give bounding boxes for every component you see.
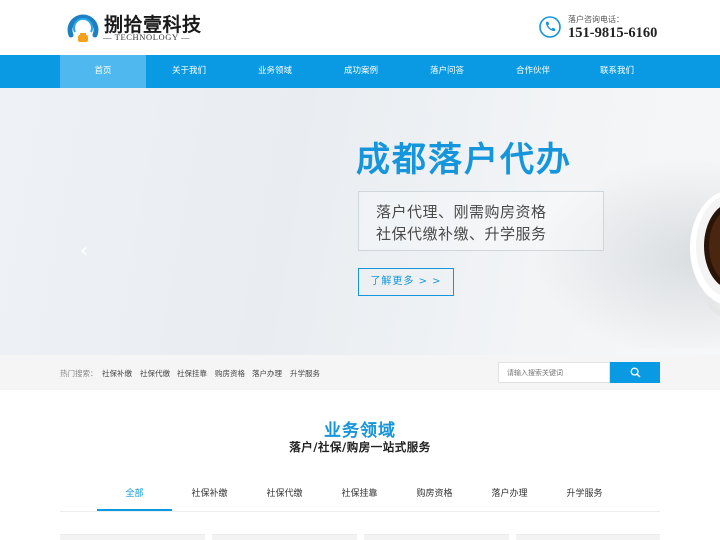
search-input[interactable]: [498, 362, 610, 383]
tab-social-backpay[interactable]: 社保补缴: [172, 478, 247, 511]
service-card[interactable]: [364, 534, 509, 540]
phone-number[interactable]: 151-9815-6160: [568, 25, 657, 42]
hot-search-item[interactable]: 购房资格: [215, 368, 245, 379]
banner-line-1: 落户代理、刚需购房资格: [376, 203, 547, 221]
learn-more-button[interactable]: 了解更多 > >: [358, 268, 454, 296]
tab-all[interactable]: 全部: [97, 478, 172, 511]
nav-item-business[interactable]: 业务领域: [232, 55, 318, 88]
hero-banner: ‹ 成都落户代办 落户代理、刚需购房资格 社保代缴补缴、升学服务 了解更多 > …: [0, 88, 720, 355]
banner-line-2: 社保代缴补缴、升学服务: [376, 225, 547, 243]
hot-search-item[interactable]: 升学服务: [290, 368, 320, 379]
service-card[interactable]: [60, 534, 205, 540]
tab-social-agent[interactable]: 社保代缴: [247, 478, 322, 511]
logo-subtitle: — TECHNOLOGY —: [103, 32, 191, 42]
main-nav: 首页 关于我们 业务领域 成功案例 落户问答 合作伙伴 联系我们: [0, 55, 720, 88]
hot-search-item[interactable]: 社保补缴: [102, 368, 132, 379]
search-button[interactable]: [610, 362, 660, 383]
nav-item-contact[interactable]: 联系我们: [574, 55, 660, 88]
hot-search-item[interactable]: 落户办理: [252, 368, 282, 379]
logo-mark-icon: [67, 14, 99, 42]
banner-text-box: 落户代理、刚需购房资格 社保代缴补缴、升学服务: [358, 191, 604, 251]
banner-prev-arrow[interactable]: ‹: [80, 238, 88, 262]
nav-item-partners[interactable]: 合作伙伴: [490, 55, 576, 88]
nav-item-faq[interactable]: 落户问答: [404, 55, 490, 88]
hot-search-item[interactable]: 社保挂靠: [177, 368, 207, 379]
service-card[interactable]: [516, 534, 660, 540]
coffee-cup-image: [690, 192, 720, 317]
tab-house-purchase[interactable]: 购房资格: [397, 478, 472, 511]
hot-search-item[interactable]: 社保代缴: [140, 368, 170, 379]
section-subtitle: 落户/社保/购房一站式服务: [289, 440, 431, 454]
search-icon: [630, 367, 641, 378]
hot-search-label: 热门搜索：: [60, 369, 98, 378]
nav-item-home[interactable]: 首页: [60, 55, 146, 88]
nav-item-about[interactable]: 关于我们: [146, 55, 232, 88]
phone-icon: [539, 16, 561, 38]
section-title: 业务领域: [324, 421, 396, 441]
search-bar: 热门搜索： 社保补缴 社保代缴 社保挂靠 购房资格 落户办理 升学服务: [0, 355, 720, 390]
logo[interactable]: 捌拾壹科技 — TECHNOLOGY —: [66, 9, 201, 45]
phone-label: 落户咨询电话：: [568, 15, 624, 24]
banner-title: 成都落户代办: [356, 140, 572, 180]
nav-item-cases[interactable]: 成功案例: [318, 55, 404, 88]
business-tabs: 全部 社保补缴 社保代缴 社保挂靠 购房资格 落户办理 升学服务: [60, 478, 660, 512]
site-header: 捌拾壹科技 — TECHNOLOGY — 落户咨询电话： 151-9815-61…: [0, 0, 720, 55]
tab-social-affiliate[interactable]: 社保挂靠: [322, 478, 397, 511]
service-card[interactable]: [212, 534, 357, 540]
tab-settlement[interactable]: 落户办理: [472, 478, 547, 511]
tab-education[interactable]: 升学服务: [547, 478, 622, 511]
